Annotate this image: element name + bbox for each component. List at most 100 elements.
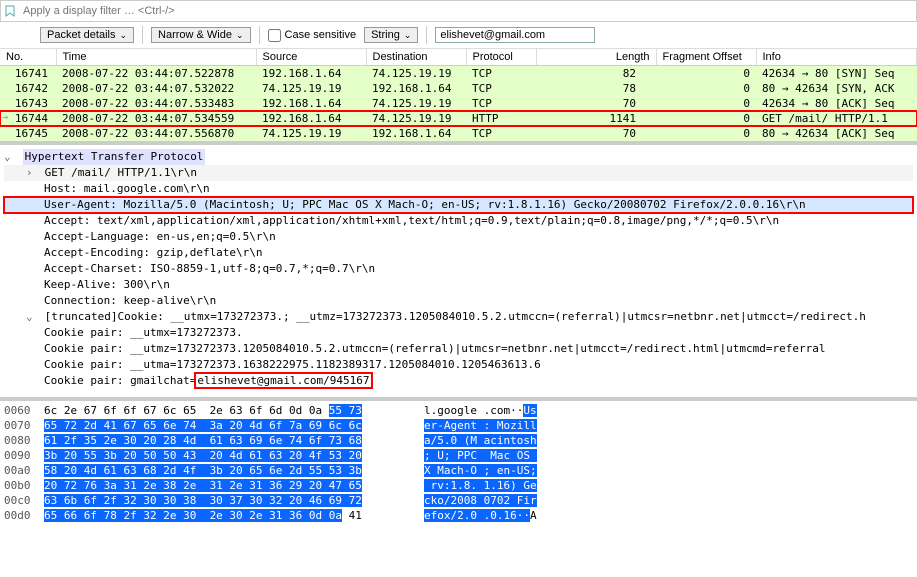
- hex-offset: 00b0: [4, 478, 44, 493]
- table-row[interactable]: 167442008-07-22 03:44:07.534559192.168.1…: [0, 111, 917, 126]
- http-header-accept-lang[interactable]: Accept-Language: en-us,en;q=0.5\r\n: [4, 229, 913, 245]
- detail-text: Keep-Alive: 300\r\n: [44, 278, 170, 291]
- table-row[interactable]: 167452008-07-22 03:44:07.55687074.125.19…: [0, 126, 917, 141]
- hex-offset: 0090: [4, 448, 44, 463]
- table-row[interactable]: 167412008-07-22 03:44:07.522878192.168.1…: [0, 66, 917, 82]
- search-input[interactable]: [435, 27, 595, 43]
- search-scope-combo[interactable]: Packet details ⌄: [40, 27, 134, 43]
- http-header-keepalive[interactable]: Keep-Alive: 300\r\n: [4, 277, 913, 293]
- cell-len: 70: [536, 96, 656, 111]
- detail-text: Cookie pair: __utmx=173272373.: [44, 326, 243, 339]
- cookie-pair[interactable]: Cookie pair: gmailchat=elishevet@gmail.c…: [4, 373, 913, 389]
- hex-bytes-row[interactable]: 63 6b 6f 2f 32 30 30 38 30 37 30 32 20 4…: [44, 493, 424, 508]
- checkbox-input[interactable]: [268, 29, 281, 42]
- hex-offset: 0060: [4, 403, 44, 418]
- hex-offset: 00d0: [4, 508, 44, 523]
- cell-src: 192.168.1.64: [256, 111, 366, 126]
- hex-offset: 00c0: [4, 493, 44, 508]
- detail-text: Connection: keep-alive\r\n: [44, 294, 216, 307]
- cell-time: 2008-07-22 03:44:07.533483: [56, 96, 256, 111]
- hex-ascii-row[interactable]: cko/2008 0702 Fir: [424, 493, 913, 508]
- hex-offset: 0070: [4, 418, 44, 433]
- caret-right-icon[interactable]: ›: [26, 165, 38, 181]
- separator: [142, 26, 143, 44]
- hex-bytes-row[interactable]: 61 2f 35 2e 30 20 28 4d 61 63 69 6e 74 6…: [44, 433, 424, 448]
- display-filter-input[interactable]: [19, 3, 916, 19]
- hex-bytes-col[interactable]: 6c 2e 67 6f 6f 67 6c 65 2e 63 6f 6d 0d 0…: [44, 403, 424, 523]
- proto-title: Hypertext Transfer Protocol: [23, 149, 206, 165]
- hex-ascii-row[interactable]: er-Agent : Mozill: [424, 418, 913, 433]
- http-header-accept-chr[interactable]: Accept-Charset: ISO-8859-1,utf-8;q=0.7,*…: [4, 261, 913, 277]
- hex-ascii-row[interactable]: l.google .com··Us: [424, 403, 913, 418]
- packet-list-pane[interactable]: No. Time Source Destination Protocol Len…: [0, 49, 917, 141]
- hex-bytes-row[interactable]: 6c 2e 67 6f 6f 67 6c 65 2e 63 6f 6d 0d 0…: [44, 403, 424, 418]
- table-row[interactable]: 167432008-07-22 03:44:07.533483192.168.1…: [0, 96, 917, 111]
- caret-down-icon[interactable]: ⌄: [26, 309, 38, 325]
- http-header-accept[interactable]: Accept: text/xml,application/xml,applica…: [4, 213, 913, 229]
- hex-ascii-row[interactable]: rv:1.8. 1.16) Ge: [424, 478, 913, 493]
- cell-src: 192.168.1.64: [256, 96, 366, 111]
- cell-frag: 0: [656, 111, 756, 126]
- packet-bytes-pane[interactable]: 006000700080009000a000b000c000d0 6c 2e 6…: [0, 397, 917, 525]
- cookie-pair-value: elishevet@gmail.com/945167: [196, 374, 370, 387]
- col-info[interactable]: Info: [756, 49, 917, 66]
- cell-frag: 0: [656, 126, 756, 141]
- http-header-cookie[interactable]: ⌄ [truncated]Cookie: __utmx=173272373.; …: [4, 309, 913, 325]
- col-len[interactable]: Length: [536, 49, 656, 66]
- cell-no: 16744: [0, 111, 56, 126]
- hex-ascii-col[interactable]: l.google .com··User-Agent : Mozilla/5.0 …: [424, 403, 913, 523]
- col-time[interactable]: Time: [56, 49, 256, 66]
- cell-proto: TCP: [466, 126, 536, 141]
- col-source[interactable]: Source: [256, 49, 366, 66]
- detail-text: Cookie pair: __utma=173272373.1638222975…: [44, 358, 541, 371]
- cell-no: 16745: [0, 126, 56, 141]
- packet-table[interactable]: No. Time Source Destination Protocol Len…: [0, 49, 917, 141]
- cell-dst: 74.125.19.19: [366, 111, 466, 126]
- separator: [426, 26, 427, 44]
- detail-text: Accept-Charset: ISO-8859-1,utf-8;q=0.7,*…: [44, 262, 375, 275]
- table-row[interactable]: 167422008-07-22 03:44:07.53202274.125.19…: [0, 81, 917, 96]
- col-proto[interactable]: Protocol: [466, 49, 536, 66]
- display-filter-bar[interactable]: [0, 0, 917, 22]
- detail-text: GET /mail/ HTTP/1.1\r\n: [45, 166, 197, 179]
- search-width-combo[interactable]: Narrow & Wide ⌄: [151, 27, 251, 43]
- hex-offset: 0080: [4, 433, 44, 448]
- cell-dst: 74.125.19.19: [366, 66, 466, 82]
- http-request-line[interactable]: › GET /mail/ HTTP/1.1\r\n: [4, 165, 913, 181]
- col-dest[interactable]: Destination: [366, 49, 466, 66]
- hex-ascii-row[interactable]: X Mach-O ; en-US;: [424, 463, 913, 478]
- hex-bytes-row[interactable]: 65 72 2d 41 67 65 6e 74 3a 20 4d 6f 7a 6…: [44, 418, 424, 433]
- hex-bytes-row[interactable]: 3b 20 55 3b 20 50 50 43 20 4d 61 63 20 4…: [44, 448, 424, 463]
- combo-label: String: [371, 29, 400, 41]
- find-toolbar: Packet details ⌄ Narrow & Wide ⌄ Case se…: [0, 22, 917, 49]
- http-header-connection[interactable]: Connection: keep-alive\r\n: [4, 293, 913, 309]
- separator: [259, 26, 260, 44]
- cell-dst: 74.125.19.19: [366, 96, 466, 111]
- cell-proto: TCP: [466, 81, 536, 96]
- cell-no: 16742: [0, 81, 56, 96]
- hex-offset: 00a0: [4, 463, 44, 478]
- http-header-accept-enc[interactable]: Accept-Encoding: gzip,deflate\r\n: [4, 245, 913, 261]
- hex-ascii-row[interactable]: ; U; PPC Mac OS: [424, 448, 913, 463]
- http-header-user-agent[interactable]: User-Agent: Mozilla/5.0 (Macintosh; U; P…: [4, 197, 913, 213]
- cookie-pair[interactable]: Cookie pair: __utmz=173272373.1205084010…: [4, 341, 913, 357]
- packet-details-pane[interactable]: ⌄ Hypertext Transfer Protocol › GET /mai…: [0, 141, 917, 397]
- proto-tree-root[interactable]: ⌄ Hypertext Transfer Protocol: [4, 149, 913, 165]
- caret-down-icon[interactable]: ⌄: [4, 149, 16, 165]
- case-sensitive-checkbox[interactable]: Case sensitive: [268, 29, 357, 42]
- http-header-host[interactable]: Host: mail.google.com\r\n: [4, 181, 913, 197]
- cookie-pair[interactable]: Cookie pair: __utma=173272373.1638222975…: [4, 357, 913, 373]
- cookie-pair[interactable]: Cookie pair: __utmx=173272373.: [4, 325, 913, 341]
- cell-frag: 0: [656, 96, 756, 111]
- cell-len: 70: [536, 126, 656, 141]
- hex-bytes-row[interactable]: 58 20 4d 61 63 68 2d 4f 3b 20 65 6e 2d 5…: [44, 463, 424, 478]
- col-no[interactable]: No.: [0, 49, 56, 66]
- hex-bytes-row[interactable]: 65 66 6f 78 2f 32 2e 30 2e 30 2e 31 36 0…: [44, 508, 424, 523]
- hex-ascii-row[interactable]: efox/2.0 .0.16··A: [424, 508, 913, 523]
- checkbox-label: Case sensitive: [285, 29, 357, 41]
- detail-text: Accept-Language: en-us,en;q=0.5\r\n: [44, 230, 276, 243]
- hex-bytes-row[interactable]: 20 72 76 3a 31 2e 38 2e 31 2e 31 36 29 2…: [44, 478, 424, 493]
- hex-ascii-row[interactable]: a/5.0 (M acintosh: [424, 433, 913, 448]
- col-frag[interactable]: Fragment Offset: [656, 49, 756, 66]
- search-type-combo[interactable]: String ⌄: [364, 27, 418, 43]
